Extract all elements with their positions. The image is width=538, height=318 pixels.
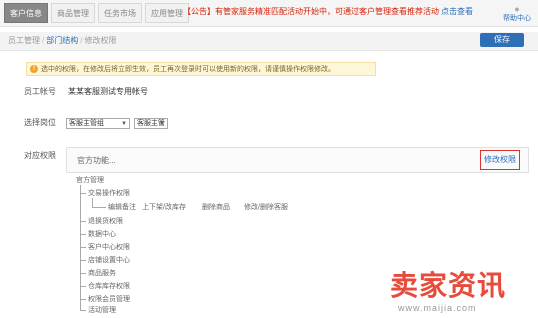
tree-item: 店铺设置中心 <box>88 257 130 264</box>
hint-text: 选中的权限，在修改后将立即生效，员工再次登录时可以使用新的权限，请谨慎操作权限修… <box>41 66 335 73</box>
permission-label: 对应权限 <box>24 151 56 160</box>
tab-task-market[interactable]: 任务市场 <box>98 3 142 23</box>
tree-subitem: 编辑备注 <box>108 204 136 211</box>
role-label: 选择岗位 <box>24 118 56 127</box>
tree-item: 退换货权限 <box>88 218 123 225</box>
user-name: 帮助中心 <box>503 15 531 22</box>
hint-banner: ! 选中的权限，在修改后将立即生效，员工再次登录时可以使用新的权限，请谨慎操作权… <box>26 62 376 76</box>
tree-subitem: 上下架/改库存 <box>142 204 186 211</box>
tree-item: 商品服务 <box>88 270 116 277</box>
announcement-text: 【公告】有管家服务精准匹配活动开始中，可通过客户管理查看推荐活动 <box>183 7 439 16</box>
department-select[interactable]: 客服主管组 ▼ <box>66 118 130 129</box>
tree-line <box>92 207 106 208</box>
tree-item: 仓库库存权限 <box>88 283 130 290</box>
breadcrumb-staff[interactable]: 员工管理 <box>8 36 40 45</box>
announcement: 【公告】有管家服务精准匹配活动开始中，可通过客户管理查看推荐活动 点击查看 <box>183 6 473 18</box>
tree-subitem: 修改/删除客服 <box>244 204 288 211</box>
watermark-text: 卖家资讯 <box>390 270 507 301</box>
tree-line <box>80 260 86 261</box>
tab-goods[interactable]: 商品管理 <box>51 3 95 23</box>
tree-line <box>80 310 86 311</box>
staff-name-label: 员工帐号 <box>24 87 56 96</box>
breadcrumb-current: 修改权限 <box>84 36 117 45</box>
watermark-url: www.maijia.com <box>398 303 477 313</box>
tab-customer-info[interactable]: 客户信息 <box>4 3 48 23</box>
top-navigation-bar: 客户信息 商品管理 任务市场 应用管理 【公告】有管家服务精准匹配活动开始中，可… <box>0 0 538 27</box>
department-select-value: 客服主管组 <box>69 120 104 127</box>
tree-item: 客户中心权限 <box>88 244 130 251</box>
breadcrumb-dept[interactable]: 部门结构 <box>46 36 78 45</box>
breadcrumb-bar: 员工管理 / 部门结构 / 修改权限 <box>0 32 538 51</box>
chevron-down-icon: ▼ <box>121 121 127 127</box>
tree-line <box>80 299 86 300</box>
permission-summary: 官方功能... <box>77 156 116 165</box>
tree-item: 活动管理 <box>88 307 116 314</box>
breadcrumb: 员工管理 / 部门结构 / 修改权限 <box>8 35 116 47</box>
role-select[interactable]: 客服主管 ▼ <box>134 118 168 129</box>
tree-item: 交易操作权限 <box>88 190 130 197</box>
tree-line <box>80 286 86 287</box>
tree-line <box>80 247 86 248</box>
save-button[interactable]: 保存 <box>480 33 524 47</box>
tree-item: 权限会员管理 <box>88 296 130 303</box>
watermark-logo: 卖家资讯 www.maijia.com <box>388 270 536 316</box>
modify-permission-link[interactable]: 修改权限 <box>480 150 520 170</box>
tree-line <box>80 234 86 235</box>
tree-line <box>80 221 86 222</box>
tree-line <box>80 193 86 194</box>
user-icon: ● <box>514 4 520 14</box>
tree-item: 数据中心 <box>88 231 116 238</box>
staff-name-value: 某某客服测试专用帐号 <box>68 87 148 96</box>
user-menu[interactable]: ● 帮助中心 <box>502 4 532 23</box>
tree-line <box>80 273 86 274</box>
tree-line <box>80 185 81 311</box>
chevron-down-icon: ▼ <box>159 121 165 127</box>
announcement-link[interactable]: 点击查看 <box>441 7 473 16</box>
warning-icon: ! <box>30 65 38 73</box>
tree-root: 官方管理 <box>76 177 104 184</box>
permission-box: 官方功能... 修改权限 <box>66 147 529 173</box>
tree-subitem: 删除商品 <box>202 204 230 211</box>
